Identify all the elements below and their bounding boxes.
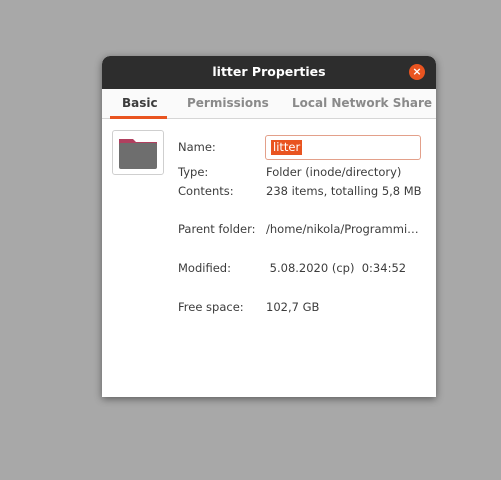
active-tab-indicator: [110, 116, 167, 119]
type-label: Type:: [178, 165, 209, 179]
properties-dialog: litter Properties × Basic Permissions Lo…: [102, 56, 436, 397]
name-label: Name:: [178, 140, 216, 154]
name-field[interactable]: litter: [265, 135, 421, 160]
tab-permissions[interactable]: Permissions: [187, 96, 269, 110]
free-space-label: Free space:: [178, 300, 244, 314]
close-icon[interactable]: ×: [409, 64, 425, 80]
window-title: litter Properties: [212, 64, 326, 79]
folder-icon-frame[interactable]: [112, 130, 164, 175]
parent-folder-label: Parent folder:: [178, 222, 256, 236]
name-field-value: litter: [271, 140, 303, 155]
free-space-value: 102,7 GB: [266, 300, 320, 314]
contents-value: 238 items, totalling 5,8 MB: [266, 184, 422, 198]
parent-folder-value: /home/nikola/Programmi…: [266, 222, 419, 236]
modified-label: Modified:: [178, 261, 231, 275]
type-value: Folder (inode/directory): [266, 165, 402, 179]
titlebar[interactable]: litter Properties ×: [102, 56, 436, 89]
folder-icon: [119, 139, 157, 169]
tab-bar: Basic Permissions Local Network Share: [102, 89, 436, 119]
tab-basic[interactable]: Basic: [122, 96, 158, 110]
tab-local-network-share[interactable]: Local Network Share: [292, 96, 432, 110]
contents-label: Contents:: [178, 184, 234, 198]
modified-value: 5.08.2020 (cp) 0:34:52: [266, 261, 407, 275]
